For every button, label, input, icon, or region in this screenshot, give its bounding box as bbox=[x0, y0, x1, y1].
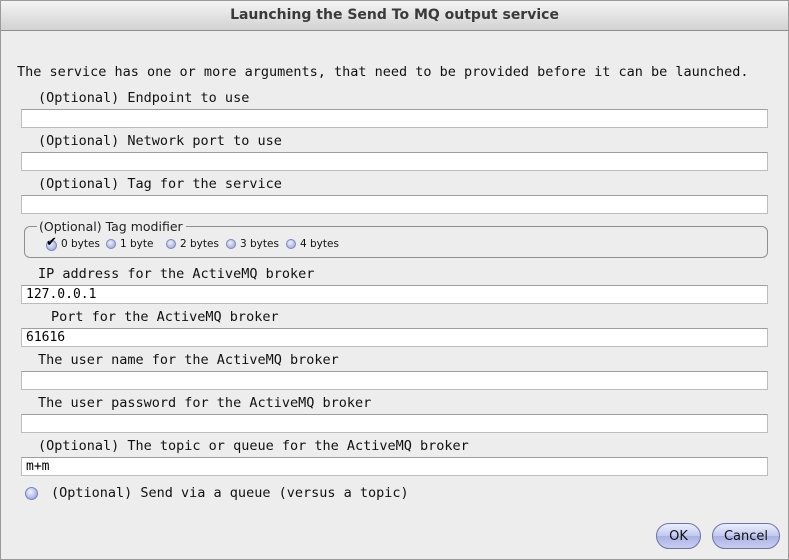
user-password-input[interactable] bbox=[21, 414, 768, 433]
option-label: 2 bytes bbox=[180, 238, 219, 250]
radio-icon bbox=[286, 239, 296, 249]
checked-radio-icon bbox=[46, 235, 57, 251]
tag-input[interactable] bbox=[21, 195, 768, 214]
ip-address-label: IP address for the ActiveMQ broker bbox=[38, 266, 315, 282]
user-name-input[interactable] bbox=[21, 371, 768, 390]
radio-icon bbox=[226, 239, 236, 249]
tag-modifier-option-0-bytes[interactable]: 0 bytes bbox=[46, 235, 100, 251]
endpoint-input[interactable] bbox=[21, 109, 768, 128]
user-password-label: The user password for the ActiveMQ broke… bbox=[38, 395, 372, 411]
send-via-queue-radio[interactable] bbox=[25, 487, 38, 500]
endpoint-label: (Optional) Endpoint to use bbox=[38, 90, 250, 106]
tag-modifier-option-1-byte[interactable]: 1 byte bbox=[106, 238, 153, 250]
broker-port-input[interactable] bbox=[21, 328, 768, 347]
radio-icon bbox=[166, 239, 176, 249]
cancel-button[interactable]: Cancel bbox=[712, 523, 780, 549]
network-port-label: (Optional) Network port to use bbox=[38, 133, 282, 149]
window-title: Launching the Send To MQ output service bbox=[1, 1, 788, 31]
tag-modifier-option-2-bytes[interactable]: 2 bytes bbox=[166, 238, 219, 250]
topic-queue-input[interactable] bbox=[21, 457, 768, 476]
option-label: 4 bytes bbox=[300, 238, 339, 250]
option-label: 1 byte bbox=[120, 238, 154, 250]
intro-text: The service has one or more arguments, t… bbox=[17, 64, 749, 80]
broker-port-label: Port for the ActiveMQ broker bbox=[51, 309, 279, 325]
tag-label: (Optional) Tag for the service bbox=[38, 176, 282, 192]
network-port-input[interactable] bbox=[21, 152, 768, 171]
option-label: 0 bytes bbox=[61, 238, 100, 250]
ok-button[interactable]: OK bbox=[656, 523, 701, 549]
ip-address-input[interactable] bbox=[21, 285, 768, 304]
launch-dialog: Launching the Send To MQ output service … bbox=[0, 0, 789, 560]
send-via-queue-label: (Optional) Send via a queue (versus a to… bbox=[51, 485, 409, 501]
option-label: 3 bytes bbox=[240, 238, 279, 250]
tag-modifier-option-4-bytes[interactable]: 4 bytes bbox=[286, 238, 339, 250]
user-name-label: The user name for the ActiveMQ broker bbox=[38, 352, 339, 368]
tag-modifier-title: (Optional) Tag modifier bbox=[37, 219, 186, 234]
radio-icon bbox=[106, 239, 116, 249]
topic-queue-label: (Optional) The topic or queue for the Ac… bbox=[38, 438, 469, 454]
tag-modifier-option-3-bytes[interactable]: 3 bytes bbox=[226, 238, 279, 250]
